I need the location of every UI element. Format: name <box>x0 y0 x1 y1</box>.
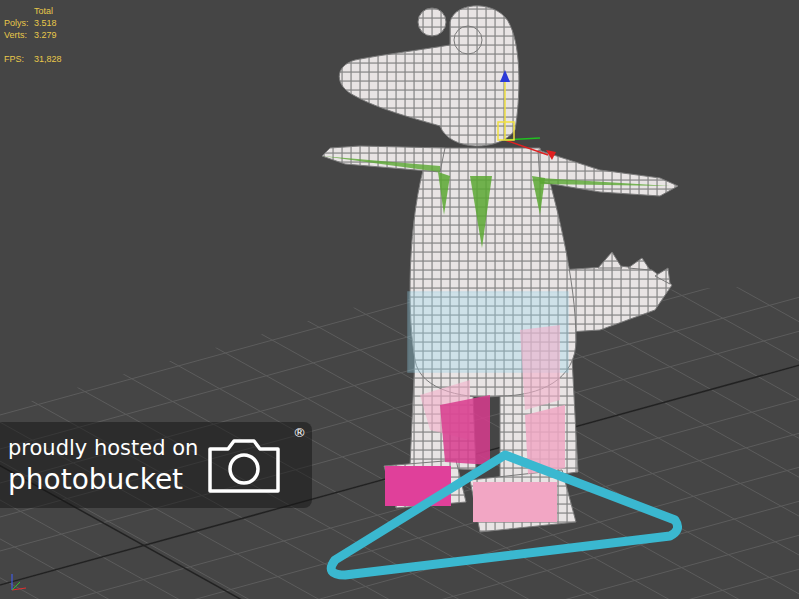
camera-icon <box>206 437 282 495</box>
rig-bones[interactable] <box>322 156 670 522</box>
registered-mark: ® <box>293 426 306 440</box>
stat-value: 3.279 <box>34 30 62 40</box>
watermark-brand: photobucket <box>8 463 198 497</box>
eye-left <box>418 8 446 36</box>
stat-label: Verts: <box>4 30 34 40</box>
floor-grid <box>0 0 799 599</box>
foot-controller[interactable] <box>331 455 677 575</box>
scene[interactable] <box>0 0 799 599</box>
stat-value: 31,828 <box>34 54 62 64</box>
stats-overlay: TotalPolys:3.518Verts:3.279 FPS:31,828 <box>4 6 62 64</box>
head <box>339 6 519 146</box>
watermark: proudly hosted onphotobucket ® <box>0 422 312 508</box>
stat-label: FPS: <box>4 54 34 64</box>
tail-spikes <box>598 252 670 284</box>
watermark-line: proudly hosted on <box>8 435 198 461</box>
stats-heading: Total <box>34 6 62 16</box>
stat-value: 3.518 <box>34 18 62 28</box>
crocodile-model[interactable] <box>322 6 678 575</box>
eye-right <box>454 26 482 54</box>
stat-label: Polys: <box>4 18 34 28</box>
transform-gizmo[interactable] <box>498 70 556 160</box>
perspective-viewport[interactable]: TotalPolys:3.518Verts:3.279 FPS:31,828 pro… <box>0 0 799 599</box>
arm-right <box>538 150 678 196</box>
axis-tripod-icon <box>12 574 26 590</box>
arm-left <box>322 146 445 172</box>
